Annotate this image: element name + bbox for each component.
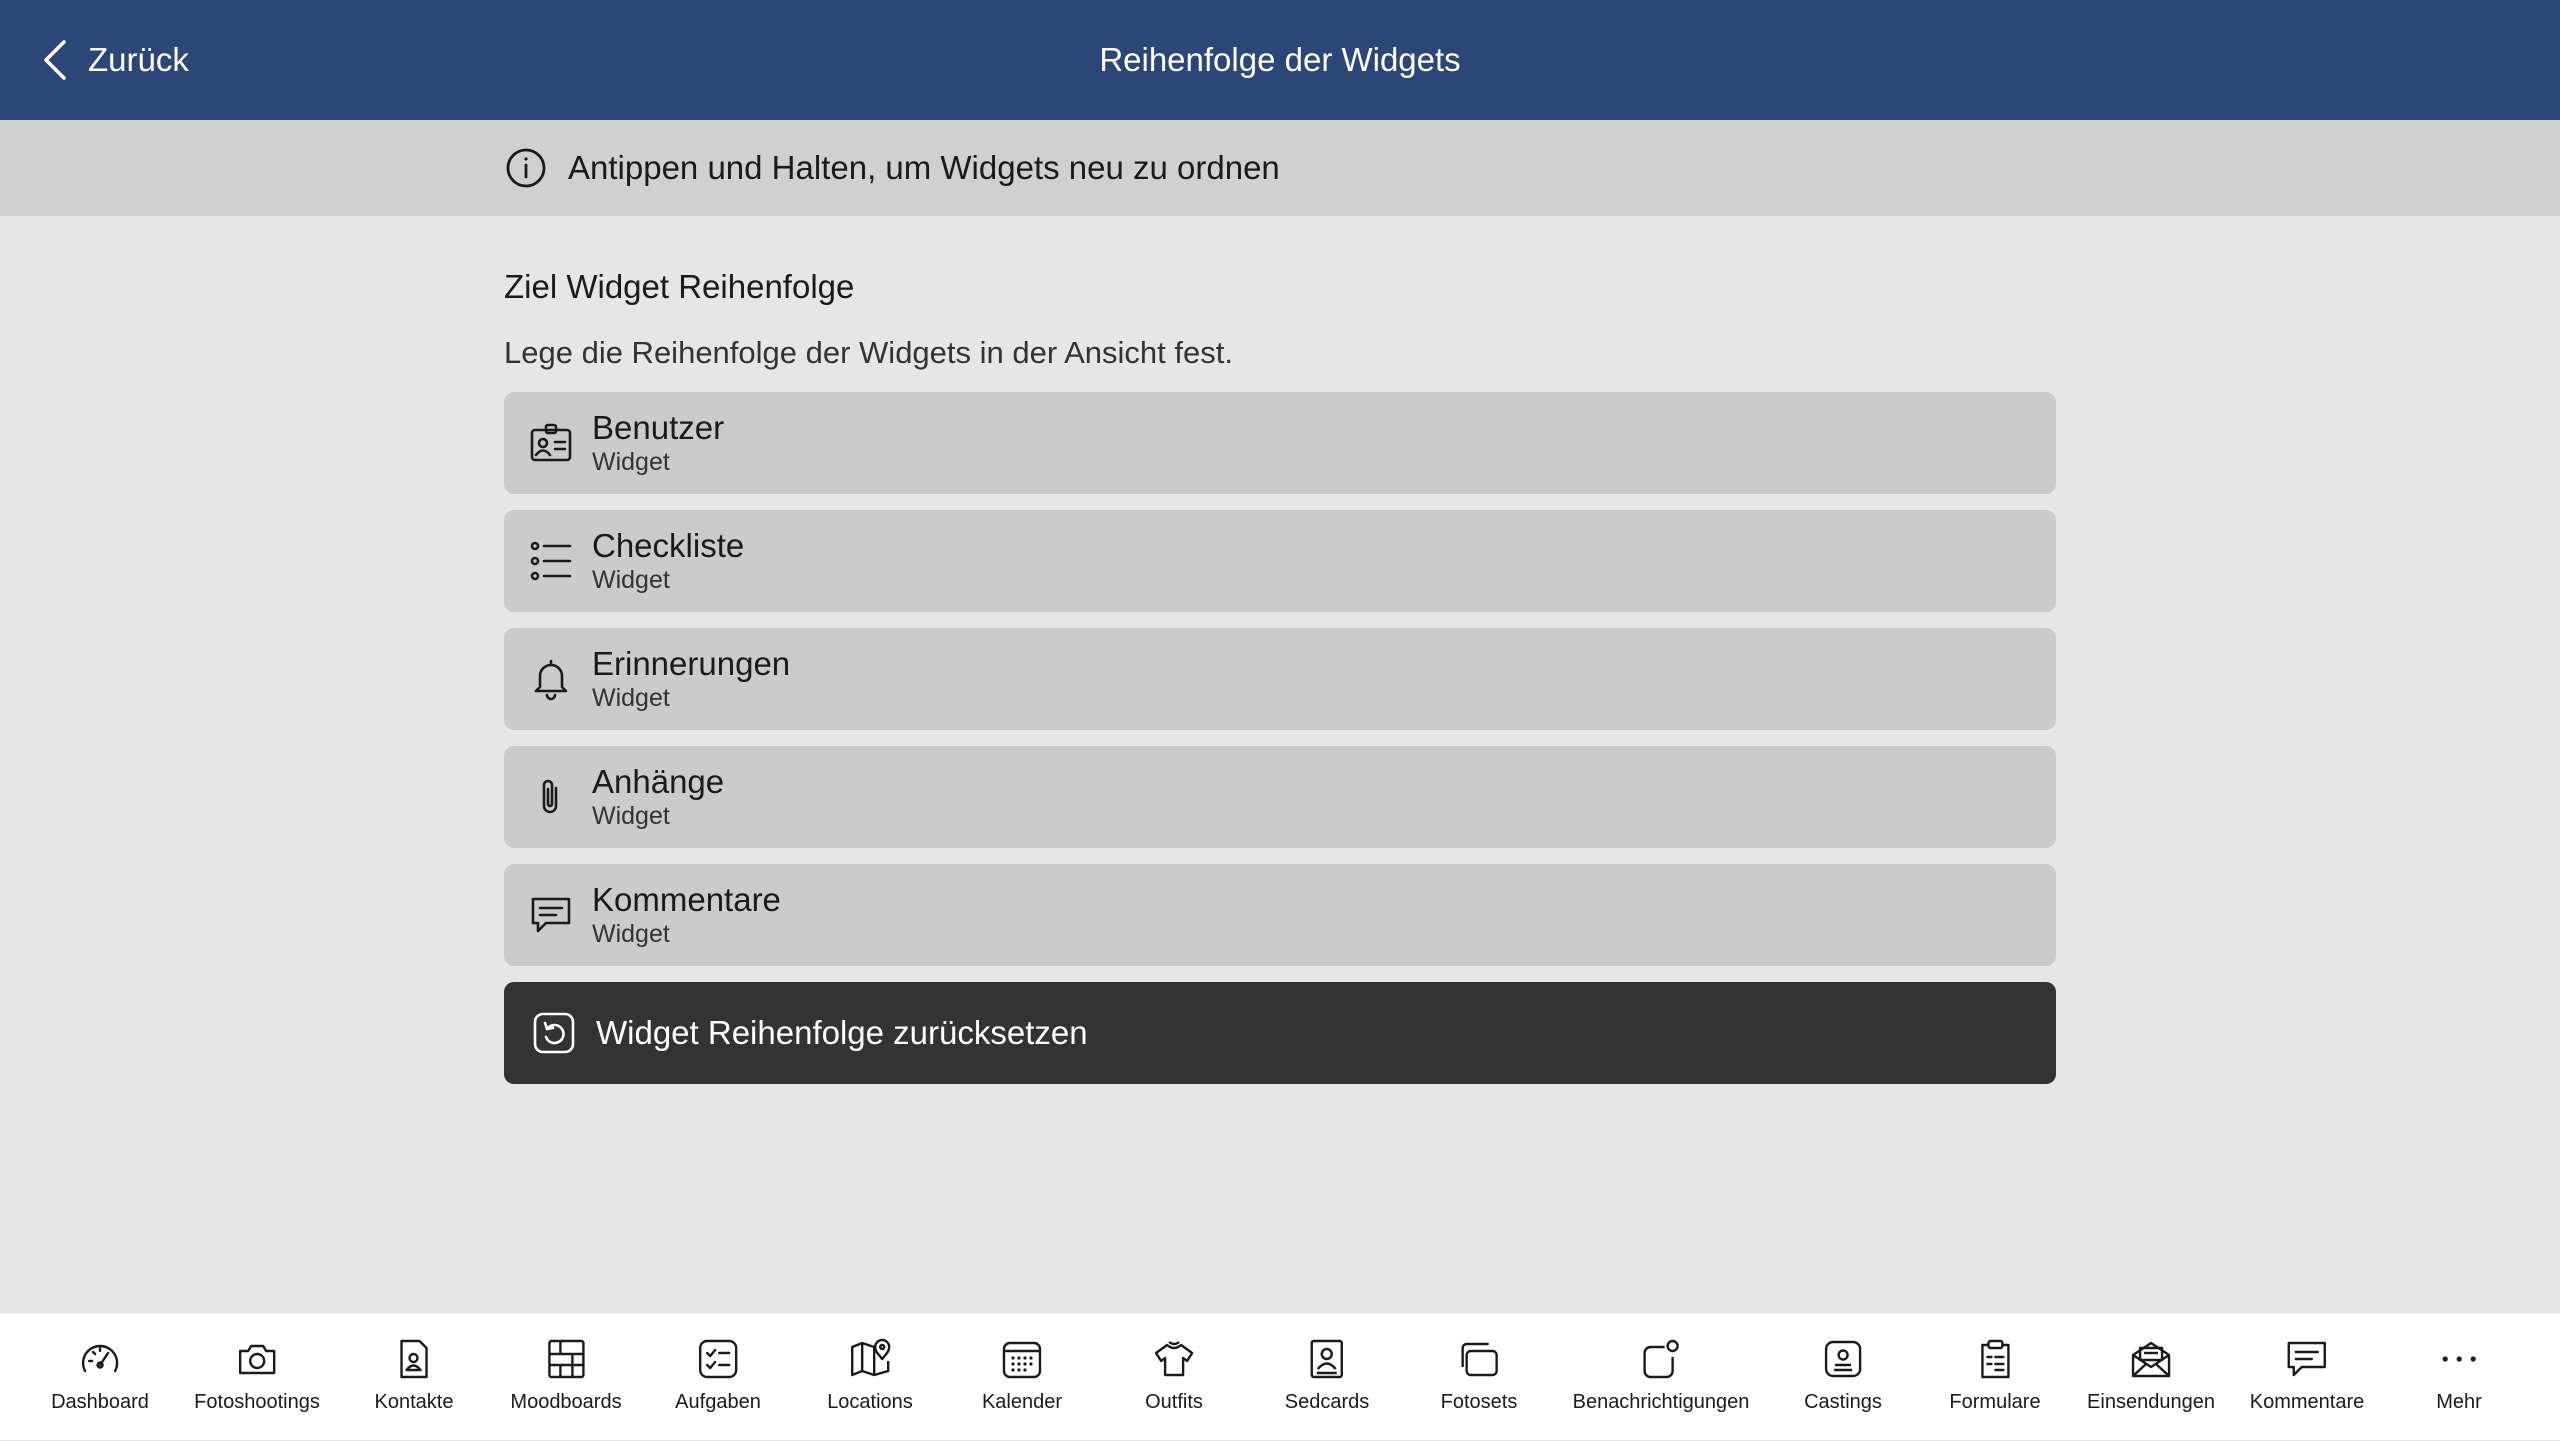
tab-label: Kontakte xyxy=(374,1391,454,1413)
tab-kontakte[interactable]: Kontakte xyxy=(374,1313,454,1441)
widget-name: Checkliste xyxy=(592,527,745,564)
widget-subtitle: Widget xyxy=(592,684,670,712)
tab-fotoshootings[interactable]: Fotoshootings xyxy=(194,1313,320,1441)
tab-mehr[interactable]: Mehr xyxy=(2436,1313,2482,1441)
tab-label: Benachrichtigungen xyxy=(1572,1391,1750,1413)
widget-name: Kommentare xyxy=(592,881,781,918)
casting-icon xyxy=(1824,1340,1862,1378)
comment-icon xyxy=(2287,1341,2327,1377)
tab-formulare[interactable]: Formulare xyxy=(1949,1313,2041,1441)
tab-label: Sedcards xyxy=(1284,1391,1370,1413)
speedometer-icon xyxy=(81,1344,119,1373)
checklist-icon xyxy=(530,541,572,581)
contact-file-icon xyxy=(400,1339,429,1379)
widget-subtitle: Widget xyxy=(592,566,670,594)
widget-order-section: Ziel Widget Reihenfolge Lege die Reihenf… xyxy=(504,260,2056,1084)
reset-icon xyxy=(533,1012,575,1054)
widget-item-erinnerungen[interactable]: Erinnerungen Widget xyxy=(504,628,2056,730)
back-button[interactable]: Zurück xyxy=(38,0,189,120)
widget-item-anhaenge[interactable]: Anhänge Widget xyxy=(504,746,2056,848)
task-checklist-icon xyxy=(698,1339,738,1379)
envelope-open-icon xyxy=(2131,1341,2171,1378)
tab-dashboard[interactable]: Dashboard xyxy=(51,1313,149,1441)
tab-label: Kalender xyxy=(981,1391,1063,1413)
tab-aufgaben[interactable]: Aufgaben xyxy=(675,1313,761,1441)
widget-item-checkliste[interactable]: Checkliste Widget xyxy=(504,510,2056,612)
more-dots-icon xyxy=(2442,1356,2476,1362)
user-card-icon xyxy=(530,423,572,462)
info-icon xyxy=(506,148,546,188)
tab-fotosets[interactable]: Fotosets xyxy=(1440,1313,1518,1441)
paperclip-icon xyxy=(542,779,558,814)
page-title: Reihenfolge der Widgets xyxy=(1099,41,1461,78)
tab-label: Mehr xyxy=(2436,1391,2482,1413)
tab-einsendungen[interactable]: Einsendungen xyxy=(2087,1313,2215,1441)
widget-list: Benutzer Widget Checkliste Widget Erinne… xyxy=(504,392,2056,966)
bell-icon xyxy=(534,659,568,701)
section-title: Ziel Widget Reihenfolge xyxy=(504,268,855,305)
widget-item-benutzer[interactable]: Benutzer Widget xyxy=(504,392,2056,494)
widget-subtitle: Widget xyxy=(592,802,670,830)
chevron-left-icon xyxy=(44,40,66,80)
bottom-tab-bar: Dashboard Fotoshootings Kontakte Moodboa… xyxy=(0,1312,2560,1440)
tab-label: Outfits xyxy=(1145,1391,1203,1413)
tab-label: Formulare xyxy=(1949,1391,2041,1413)
clipboard-form-icon xyxy=(1980,1339,2010,1379)
tab-locations[interactable]: Locations xyxy=(827,1313,913,1441)
tab-kalender[interactable]: Kalender xyxy=(982,1313,1062,1441)
widget-subtitle: Widget xyxy=(592,920,670,948)
reset-label: Widget Reihenfolge zurücksetzen xyxy=(596,1014,1088,1051)
tab-label: Castings xyxy=(1804,1391,1882,1413)
widget-name: Erinnerungen xyxy=(592,645,791,682)
camera-icon xyxy=(238,1344,276,1375)
notification-icon xyxy=(1643,1339,1680,1379)
tab-label: Dashboard xyxy=(51,1391,149,1413)
widget-name: Benutzer xyxy=(592,409,725,446)
tab-sedcards[interactable]: Sedcards xyxy=(1284,1313,1370,1441)
widget-subtitle: Widget xyxy=(592,448,670,476)
tab-label: Kommentare xyxy=(2249,1391,2365,1413)
tab-label: Fotosets xyxy=(1440,1391,1518,1413)
sedcard-icon xyxy=(1310,1339,1344,1379)
tab-outfits[interactable]: Outfits xyxy=(1145,1313,1203,1441)
map-pin-icon xyxy=(850,1338,891,1377)
calendar-icon xyxy=(1002,1341,1042,1379)
tab-label: Locations xyxy=(827,1391,913,1413)
tab-moodboards[interactable]: Moodboards xyxy=(510,1313,622,1441)
tab-label: Moodboards xyxy=(510,1391,622,1413)
tab-kommentare[interactable]: Kommentare xyxy=(2249,1313,2365,1441)
widget-name: Anhänge xyxy=(592,763,725,800)
tab-label: Fotoshootings xyxy=(194,1391,320,1413)
tab-castings[interactable]: Castings xyxy=(1804,1313,1882,1441)
back-label: Zurück xyxy=(88,41,189,78)
photo-stack-icon xyxy=(1461,1342,1499,1377)
info-text: Antippen und Halten, um Widgets neu zu o… xyxy=(568,149,1280,186)
info-banner: Antippen und Halten, um Widgets neu zu o… xyxy=(0,120,2560,216)
reset-order-button[interactable]: Widget Reihenfolge zurücksetzen xyxy=(504,982,2056,1084)
section-description: Lege die Reihenfolge der Widgets in der … xyxy=(504,335,1233,370)
tab-benachrichtigungen[interactable]: Benachrichtigungen xyxy=(1572,1313,1750,1441)
top-bar: Zurück Reihenfolge der Widgets xyxy=(0,0,2560,120)
comment-icon xyxy=(531,897,571,933)
widget-item-kommentare[interactable]: Kommentare Widget xyxy=(504,864,2056,966)
tab-label: Einsendungen xyxy=(2087,1391,2215,1413)
shirt-icon xyxy=(1154,1341,1194,1377)
moodboard-icon xyxy=(547,1339,585,1379)
tab-label: Aufgaben xyxy=(675,1391,761,1413)
